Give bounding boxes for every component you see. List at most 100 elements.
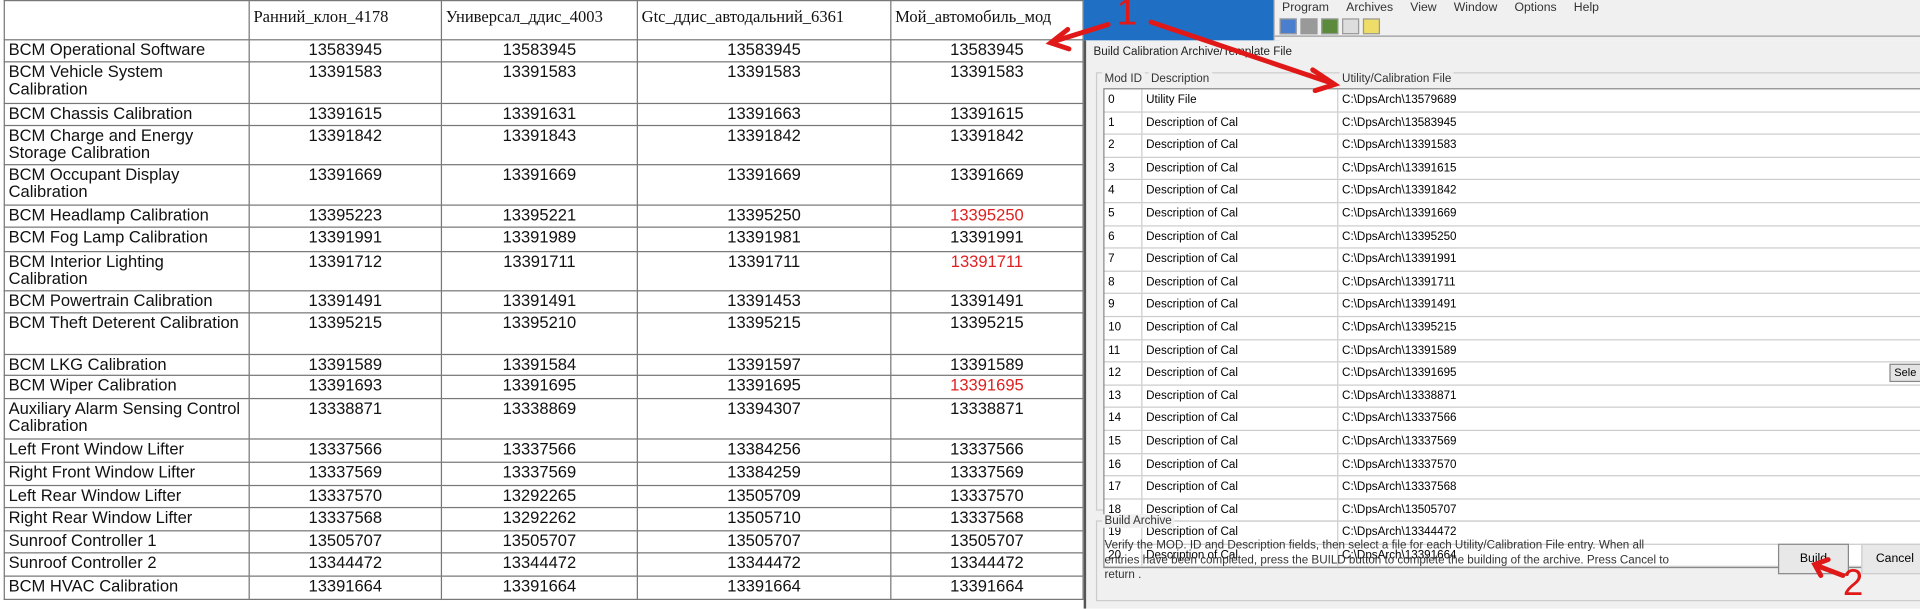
menu-options[interactable]: Options [1514,1,1556,14]
grid-row[interactable]: 12 Description of Cal C:\DpsArch\13391695 S… [1104,362,1920,386]
mod-id[interactable]: 15 [1104,430,1143,453]
part-number: 13395250 [636,204,892,228]
calculator-icon[interactable] [1342,18,1360,35]
description[interactable]: Description of Cal [1142,476,1339,498]
mod-id[interactable]: 16 [1104,453,1143,476]
grid-row[interactable]: 3 Description of Cal C:\DpsArch\13391615 [1104,157,1920,181]
module-name: BCM HVAC Calibration [3,575,250,601]
part-number: 13391842 [636,124,892,166]
save-icon[interactable] [1300,18,1318,35]
description[interactable]: Description of Cal [1142,385,1339,407]
description[interactable]: Description of Cal [1142,294,1339,316]
file-path[interactable]: C:\DpsArch\13391669 [1338,203,1920,225]
file-path[interactable]: C:\DpsArch\13338871 [1338,385,1920,407]
annotation-number-2: 2 [1842,563,1864,604]
file-path[interactable]: C:\DpsArch\13583945 [1338,112,1920,134]
file-path[interactable]: C:\DpsArch\13391991 [1338,249,1920,271]
menu-archives[interactable]: Archives [1346,1,1393,14]
mod-id[interactable]: 13 [1104,385,1143,407]
description[interactable]: Utility File [1142,89,1339,111]
mod-id[interactable]: 4 [1104,180,1143,203]
archive-icon[interactable] [1321,18,1339,35]
mod-id[interactable]: 10 [1104,317,1143,339]
menu-help[interactable]: Help [1574,1,1599,14]
description[interactable]: Description of Cal [1142,248,1339,271]
module-name: BCM Fog Lamp Calibration [3,226,250,253]
description[interactable]: Description of Cal [1142,203,1339,225]
description-text: Description of Cal [1146,389,1238,403]
grid-row[interactable]: 15 Description of Cal C:\DpsArch\13337569 [1104,430,1920,454]
file-path[interactable]: C:\DpsArch\13391695 Sele [1338,363,1920,385]
grid-row[interactable]: 9 Description of Cal C:\DpsArch\13391491 [1104,294,1920,318]
mod-id[interactable]: 9 [1104,294,1143,316]
grid-row[interactable]: 4 Description of Cal C:\DpsArch\13391842 [1104,180,1920,204]
mod-id[interactable]: 6 [1104,225,1143,248]
open-icon[interactable] [1279,18,1297,35]
mod-id[interactable]: 14 [1104,408,1143,430]
mod-id-text: 10 [1108,320,1122,335]
file-path[interactable]: C:\DpsArch\13391615 [1338,158,1920,180]
select-file-button[interactable]: Sele [1889,363,1920,383]
description[interactable]: Description of Cal [1142,180,1339,203]
grid-row[interactable]: 13 Description of Cal C:\DpsArch\13338871 [1104,385,1920,409]
description[interactable]: Description of Cal [1142,225,1339,248]
mod-id[interactable]: 0 [1104,89,1143,111]
mod-id-text: 15 [1108,434,1122,449]
grid-row[interactable]: 7 Description of Cal C:\DpsArch\13391991 [1104,248,1920,272]
cancel-button[interactable]: Cancel [1861,543,1920,575]
menu-window[interactable]: Window [1454,1,1498,14]
description[interactable]: Description of Cal [1142,134,1339,157]
file-path[interactable]: C:\DpsArch\13337569 [1338,431,1920,453]
grid-row[interactable]: 8 Description of Cal C:\DpsArch\13391711 [1104,271,1920,295]
description[interactable]: Description of Cal [1142,271,1339,294]
grid-row[interactable]: 14 Description of Cal C:\DpsArch\13337566 [1104,408,1920,431]
file-path[interactable]: C:\DpsArch\13337568 [1338,476,1920,498]
description[interactable]: Description of Cal [1142,408,1339,430]
grid-row[interactable]: 5 Description of Cal C:\DpsArch\13391669 [1104,203,1920,226]
description[interactable]: Description of Cal [1142,362,1339,385]
description[interactable]: Description of Cal [1142,339,1339,362]
build-button[interactable]: Build [1777,543,1849,575]
description[interactable]: Description of Cal [1142,453,1339,476]
description[interactable]: Description of Cal [1142,430,1339,453]
file-path[interactable]: C:\DpsArch\13391842 [1338,180,1920,202]
mod-id-text: 3 [1108,161,1115,175]
grid-row[interactable]: 17 Description of Cal C:\DpsArch\13337568 [1104,476,1920,500]
menu-program[interactable]: Program [1282,1,1329,14]
description[interactable]: Description of Cal [1142,112,1339,134]
file-path[interactable]: C:\DpsArch\13391589 [1338,340,1920,362]
mod-id[interactable]: 5 [1104,203,1143,225]
grid-row[interactable]: 0 Utility File C:\DpsArch\13579689 [1104,89,1920,113]
description[interactable]: Description of Cal [1142,317,1339,339]
mod-id[interactable]: 8 [1104,271,1143,294]
mod-id[interactable]: 3 [1104,157,1143,180]
menu-view[interactable]: View [1410,1,1436,14]
mod-id[interactable]: 1 [1104,112,1143,134]
file-path[interactable]: C:\DpsArch\13395250 [1338,226,1920,248]
grid-row[interactable]: 18 Description of Cal C:\DpsArch\13505707 [1104,499,1920,522]
file-path[interactable]: C:\DpsArch\13337570 [1338,454,1920,476]
mod-id[interactable]: 7 [1104,248,1143,271]
file-path[interactable]: C:\DpsArch\13391491 [1338,294,1920,316]
file-path[interactable]: C:\DpsArch\13579689 [1338,89,1920,111]
mod-id[interactable]: 2 [1104,134,1143,157]
help-icon[interactable] [1362,18,1381,35]
description[interactable]: Description of Cal [1142,157,1339,180]
file-path[interactable]: C:\DpsArch\13391583 [1338,135,1920,157]
grid-row[interactable]: 16 Description of Cal C:\DpsArch\13337570 [1104,453,1920,477]
file-path[interactable]: C:\DpsArch\13391711 [1338,272,1920,294]
file-path[interactable]: C:\DpsArch\13395215 [1338,317,1920,339]
grid-row[interactable]: 6 Description of Cal C:\DpsArch\13395250 [1104,225,1920,249]
file-path[interactable]: C:\DpsArch\13505707 [1338,499,1920,521]
mod-id[interactable]: 12 [1104,362,1143,385]
table-row: Auxiliary Alarm Sensing Control Calibrat… [3,397,1084,440]
grid-row[interactable]: 10 Description of Cal C:\DpsArch\13395215 [1104,317,1920,340]
grid-row[interactable]: 2 Description of Cal C:\DpsArch\13391583 [1104,134,1920,158]
mod-id[interactable]: 17 [1104,476,1143,498]
file-path[interactable]: C:\DpsArch\13337566 [1338,408,1920,430]
mod-id[interactable]: 11 [1104,339,1143,362]
grid-row[interactable]: 1 Description of Cal C:\DpsArch\13583945 [1104,112,1920,135]
part-number: 13337569 [440,461,638,487]
grid-row[interactable]: 11 Description of Cal C:\DpsArch\13391589 [1104,339,1920,363]
mod-id-text: 0 [1108,93,1115,107]
